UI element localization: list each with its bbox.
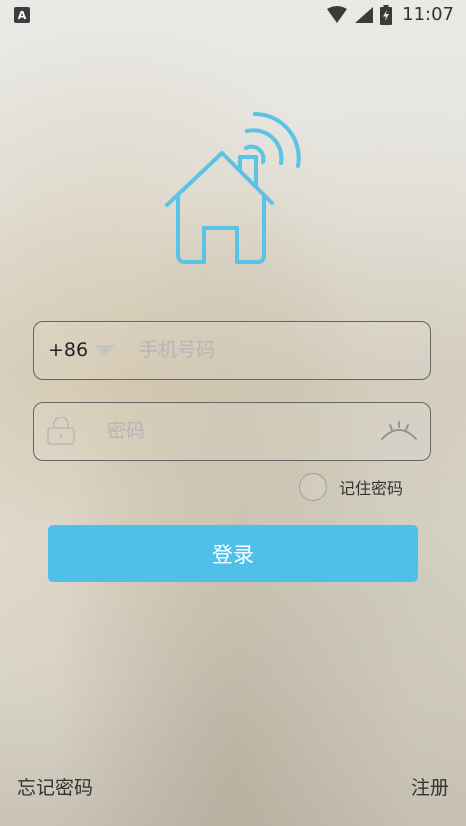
status-bar-right: 11:07 — [326, 4, 454, 25]
wifi-icon — [327, 5, 348, 23]
battery-charging-icon — [380, 4, 393, 25]
login-button[interactable]: 登录 — [48, 525, 418, 582]
phone-field: +86 — [33, 321, 431, 380]
eye-closed-icon[interactable] — [380, 419, 418, 443]
remember-password-checkbox[interactable] — [299, 473, 327, 501]
remember-password[interactable]: 记住密码 — [299, 473, 403, 501]
forgot-password-link[interactable]: 忘记密码 — [17, 773, 93, 800]
password-input[interactable] — [107, 411, 367, 451]
app-notification-icon: A — [14, 7, 30, 23]
signal-icon — [355, 6, 374, 23]
status-time: 11:07 — [402, 4, 454, 25]
status-bar: A 11:07 — [0, 0, 466, 32]
smart-home-logo-icon — [165, 112, 301, 264]
register-link[interactable]: 注册 — [411, 773, 449, 800]
remember-password-label: 记住密码 — [339, 479, 404, 498]
phone-input[interactable] — [139, 330, 419, 370]
country-code-selector[interactable]: +86 — [48, 339, 88, 361]
lock-icon — [47, 417, 75, 445]
chevron-down-icon[interactable] — [94, 345, 116, 356]
password-field — [33, 402, 431, 461]
